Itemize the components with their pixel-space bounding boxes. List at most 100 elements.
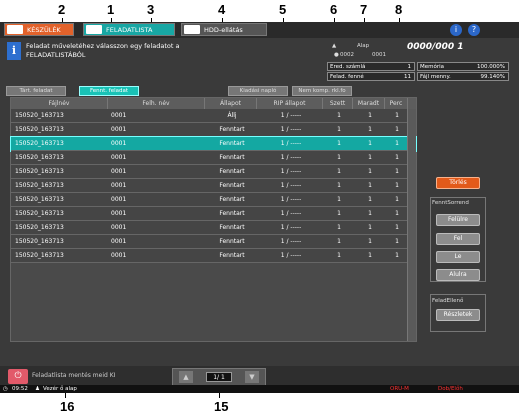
table-cell: 1 [337,196,341,203]
col-username[interactable]: Felh. név [108,98,205,109]
counter-id: 0002 [340,52,354,58]
table-cell: 1 [395,196,399,203]
move-bottom-button[interactable]: Alulra [436,269,480,281]
table-cell: 1 [395,224,399,231]
table-cell: 0001 [111,210,127,217]
page-down-icon[interactable]: ▼ [245,371,259,383]
table-row[interactable]: 150520_163713 0001 Fenntart 1 / ----- 1 1 1 [10,136,417,152]
tab-reserved-jobs[interactable]: Fennt. feladat [79,86,139,96]
table-cell: 150520_163713 [15,252,64,259]
job-list-screen: KÉSZÜLÉK FELADATLISTA HDD-ellátás i ? i … [0,22,519,393]
table-cell: 1 [368,238,372,245]
table-cell: 1 [337,126,341,133]
table-cell: 1 [368,252,372,259]
table-row[interactable]: 150520_163713 0001 Fenntart 1 / ----- 1 1 1 [11,193,416,207]
tab-joblist-label: FELADATLISTA [106,26,153,34]
table-cell: Fenntart [219,182,245,189]
table-row[interactable]: 150520_163713 0001 Fenntart 1 / ----- 1 1 1 [11,207,416,221]
table-cell: 0001 [111,140,127,147]
table-cell: 1 [337,154,341,161]
table-cell: 1 [368,182,372,189]
col-status[interactable]: Állapot [205,98,257,109]
callout-16: 16 [60,399,75,414]
table-cell: 1 [395,238,399,245]
table-cell: 1 [368,154,372,161]
table-cell: 0001 [111,168,127,175]
table-cell: 150520_163713 [15,182,64,189]
printer-icon: ▲ [332,43,337,49]
top-tab-bar: KÉSZÜLÉK FELADATLISTA HDD-ellátás i ? [0,22,519,38]
table-row[interactable]: 150520_163713 0001 Fenntart 1 / ----- 1 1 1 [11,249,416,263]
status-bar: ◷ 09:52 ♟ Vezér ő alap ORU-M Dob/Előh [0,385,519,393]
table-cell: Fenntart [219,224,245,231]
counter-alap-label: Alap [357,43,370,49]
status-time: 09:52 [12,386,28,392]
table-row[interactable]: 150520_163713 0001 Állj 1 / ----- 1 1 1 [11,109,416,123]
col-filename[interactable]: Fájlnév [11,98,108,109]
table-scrollbar[interactable] [407,109,416,341]
power-icon[interactable]: ⏻ [8,369,28,384]
callout-6: 6 [330,2,338,17]
table-cell: Fenntart [219,168,245,175]
table-row[interactable]: 150520_163713 0001 Fenntart 1 / ----- 1 1 1 [11,165,416,179]
col-minutes[interactable]: Perc [385,98,408,109]
tab-machine-label: KÉSZÜLÉK [27,26,61,34]
save-setting-text: Feladatlista mentés meid KI [32,372,116,379]
table-cell: 0001 [111,112,127,119]
move-top-button[interactable]: Felülre [436,214,480,226]
table-cell: 150520_163713 [15,126,64,133]
table-cell: 1 [337,112,341,119]
tab-machine[interactable]: KÉSZÜLÉK [4,23,74,36]
job-table: Fájlnév Felh. név Állapot RIP állapot Sz… [10,97,417,342]
table-cell: 1 [368,224,372,231]
table-cell: 1 [395,112,399,119]
table-cell: 1 [368,140,372,147]
info-icon[interactable]: i [450,24,462,36]
tab-joblist[interactable]: FELADATLISTA [83,23,175,36]
status-mode: Vezér ő alap [43,386,77,392]
table-row[interactable]: 150520_163713 0001 Fenntart 1 / ----- 1 1 1 [11,151,416,165]
move-down-button[interactable]: Le [436,251,480,263]
col-remaining[interactable]: Maradt [353,98,385,109]
callout-1: 1 [107,2,115,17]
move-up-button[interactable]: Fel [436,233,480,245]
page-up-icon[interactable]: ▲ [179,371,193,383]
table-cell: 1 [337,224,341,231]
tab-current-jobs[interactable]: Tárt. feladat [6,86,66,96]
table-cell: 1 / ----- [280,210,302,217]
table-cell: 1 [368,126,372,133]
table-cell: 1 / ----- [280,154,302,161]
table-cell: 150520_163713 [15,168,64,175]
check-group-label: FeladEllenő [432,298,464,304]
user-mode-icon: ♟ [35,386,40,392]
table-cell: 150520_163713 [15,238,64,245]
table-row[interactable]: 150520_163713 0001 Fenntart 1 / ----- 1 1 1 [11,221,416,235]
table-cell: 1 / ----- [280,238,302,245]
delete-button[interactable]: Törlés [436,177,480,189]
counter-id2: 0001 [372,52,386,58]
table-cell: 1 [337,168,341,175]
col-sets[interactable]: Szett [323,98,353,109]
table-cell: 1 [337,210,341,217]
tab-output-history[interactable]: Kiadási napló [228,86,288,96]
col-rip-status[interactable]: RIP állapot [257,98,323,109]
callout-7: 7 [360,2,368,17]
user-icon: ● [334,52,339,58]
hdd-icon [184,25,200,34]
table-cell: 1 [337,182,341,189]
table-row[interactable]: 150520_163713 0001 Fenntart 1 / ----- 1 1 1 [11,123,416,137]
tab-incomplete[interactable]: Nem komp. rkl.fo [292,86,352,96]
table-cell: 1 [337,238,341,245]
counter-panel: ▲ Alap 0000/000 1 ● 0002 0001 Ered. szám… [327,40,513,82]
tab-hdd[interactable]: HDD-ellátás [181,23,267,36]
details-button[interactable]: Részletek [436,309,480,321]
help-icon[interactable]: ? [468,24,480,36]
table-cell: Fenntart [219,238,245,245]
table-row[interactable]: 150520_163713 0001 Fenntart 1 / ----- 1 1 1 [11,179,416,193]
table-cell: 1 / ----- [280,112,302,119]
table-row[interactable]: 150520_163713 0001 Fenntart 1 / ----- 1 1 1 [11,235,416,249]
table-cell: 150520_163713 [15,224,64,231]
table-cell: Állj [227,112,237,119]
table-cell: 150520_163713 [15,210,64,217]
info-message-icon: i [7,42,21,60]
